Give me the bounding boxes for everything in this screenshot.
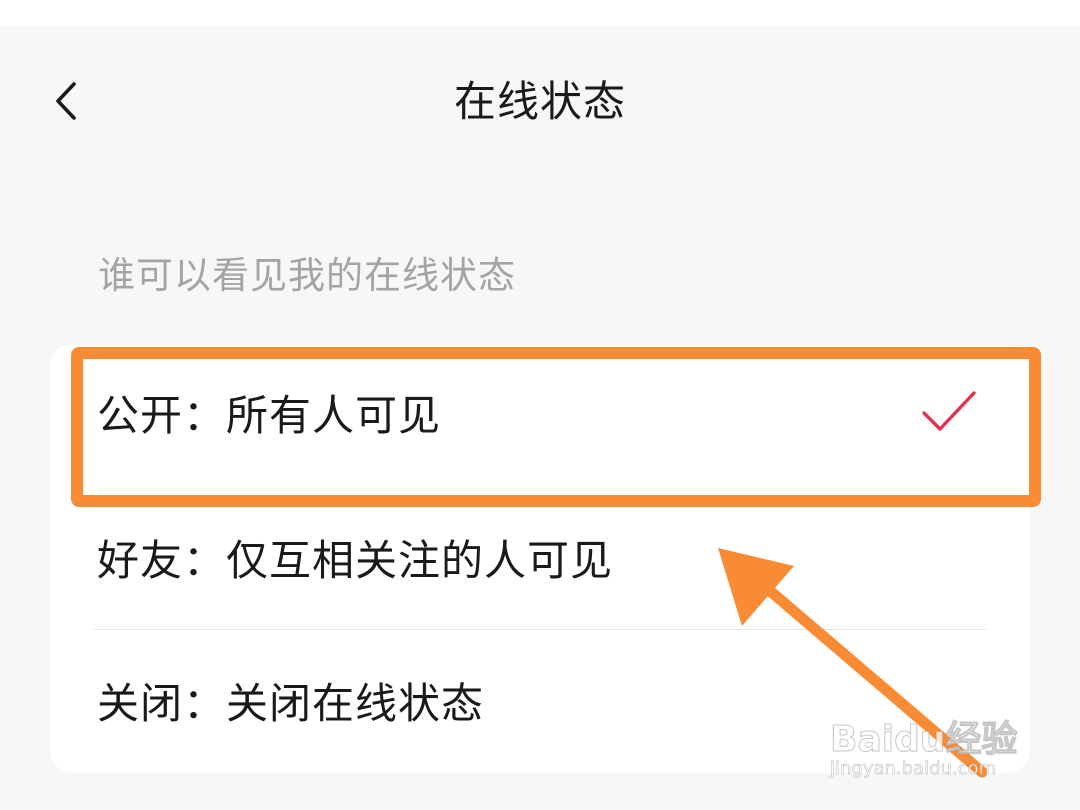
- status-bar-area: [0, 0, 1080, 26]
- checkmark-icon: [922, 391, 976, 431]
- option-public[interactable]: 公开：所有人可见: [50, 345, 1030, 485]
- divider: [94, 629, 986, 630]
- option-friends[interactable]: 好友：仅互相关注的人可见: [50, 490, 1030, 630]
- options-card: 公开：所有人可见 好友：仅互相关注的人可见 关闭：关闭在线状态: [50, 345, 1030, 773]
- option-off-label: 关闭：关闭在线状态: [97, 679, 485, 728]
- section-label: 谁可以看见我的在线状态: [98, 254, 516, 297]
- navigation-bar: 在线状态: [0, 26, 1080, 176]
- option-public-label: 公开：所有人可见: [97, 391, 442, 440]
- page-title: 在线状态: [453, 77, 626, 126]
- option-off[interactable]: 关闭：关闭在线状态: [50, 633, 1030, 773]
- option-friends-label: 好友：仅互相关注的人可见: [97, 536, 614, 585]
